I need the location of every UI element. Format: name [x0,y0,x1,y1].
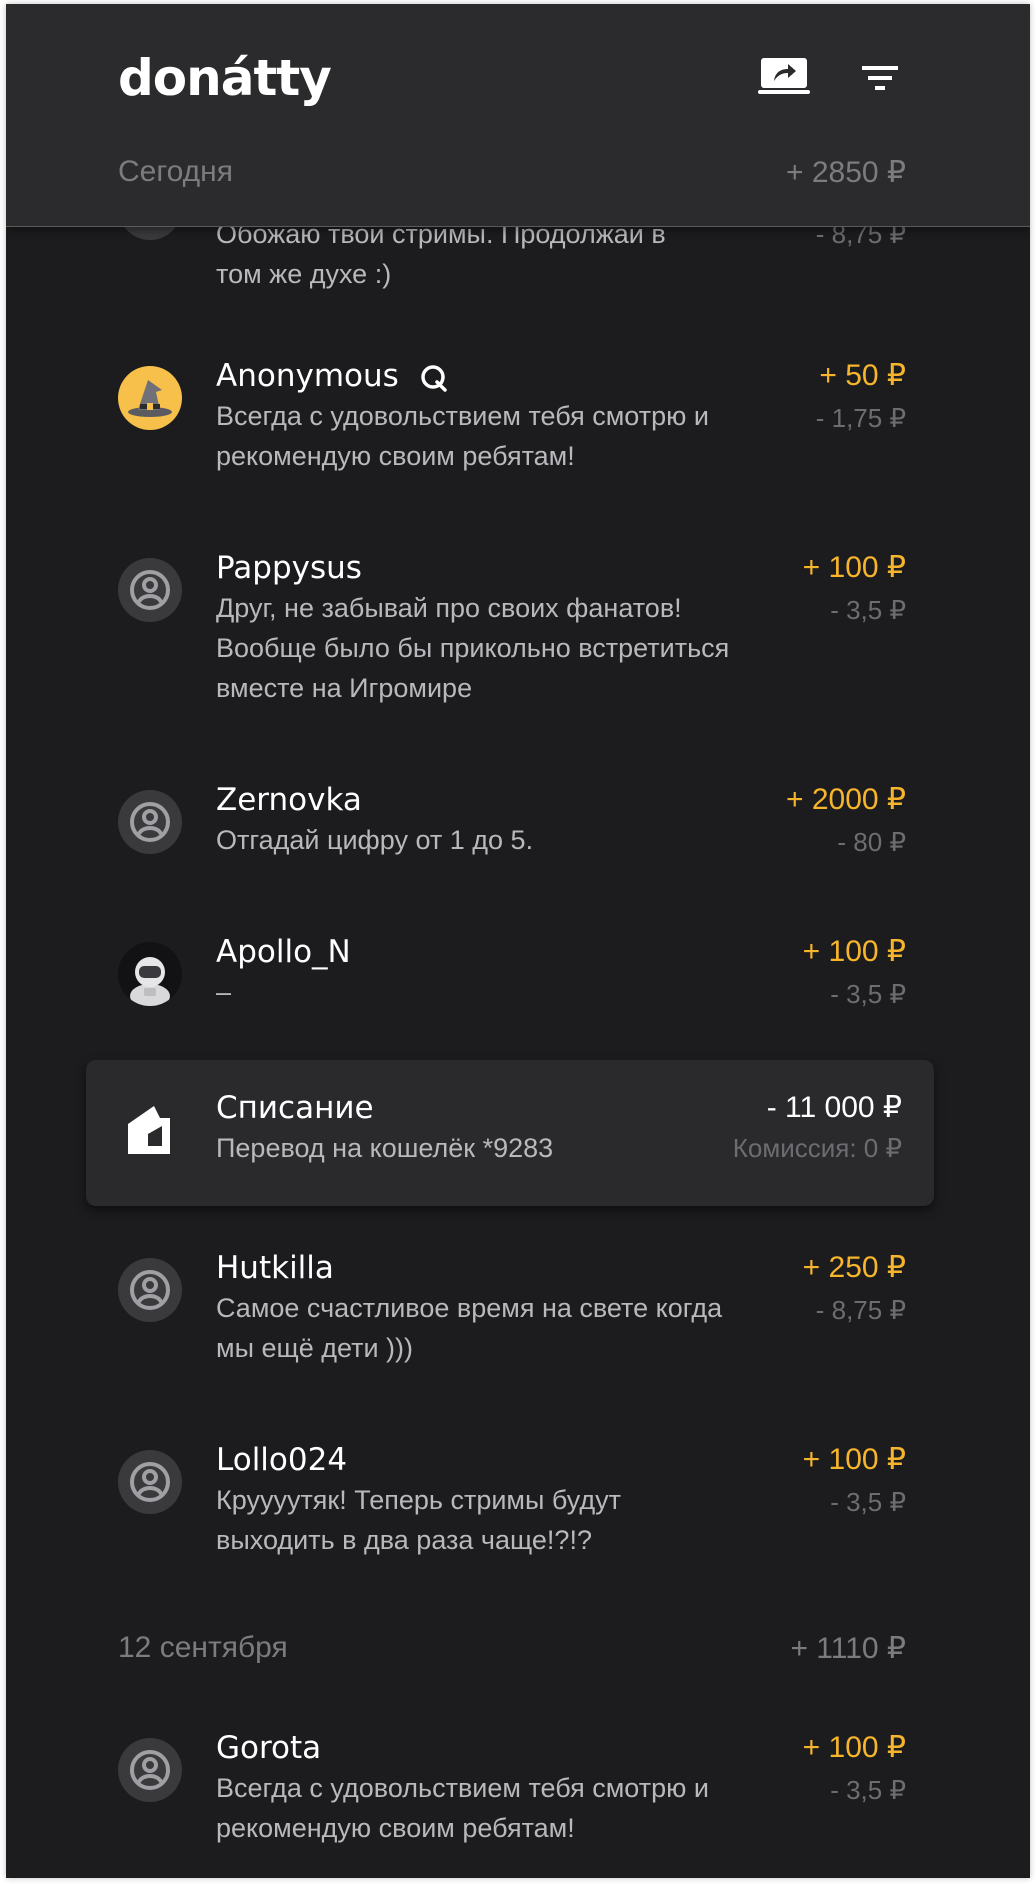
qiwi-icon [420,364,447,392]
donation-message: – [216,977,232,1007]
donor-name: Apollo_N [216,934,351,970]
donation-fee: - 3,5 ₽ [830,1487,906,1517]
section-header-today: Сегодня + 2850 ₽ [118,152,906,192]
donation-fee: - 3,5 ₽ [830,979,906,1009]
user-circle-icon [130,1270,170,1310]
section-header-date: 12 сентября + 1110 ₽ [118,1628,906,1668]
list-item[interactable]: Zernovka Отгадай цифру от 1 до 5. + 2000… [6,780,1030,870]
donation-amount: + 2000 ₽ [785,783,906,816]
donation-amount: + 100 ₽ [802,1731,906,1764]
withdrawal-commission: Комиссия: 0 ₽ [732,1133,902,1163]
section-date-label: 12 сентября [118,1631,288,1664]
list-item[interactable]: Apollo_N – + 100 ₽ - 3,5 ₽ [6,932,1030,1022]
donation-amount: + 100 ₽ [802,935,906,968]
section-total: + 2850 ₽ [785,155,906,189]
donation-amount: + 100 ₽ [802,551,906,584]
app-header: donátty Сегодня + 2850 ₽ [6,4,1030,227]
list-item[interactable]: Hutkilla Самое счастливое время на свете… [6,1248,1030,1378]
wallet-icon [126,1104,172,1156]
donation-amount: + 50 ₽ [819,359,906,392]
donation-amount: + 250 ₽ [802,1251,906,1284]
list-item[interactable]: Pappysus Друг, не забывай про своих фана… [6,548,1030,708]
user-circle-icon [130,1750,170,1790]
donor-name: Lollo024 [216,1442,348,1478]
app-screen: Обожаю твои стримы. Продолжай в том же д… [6,4,1030,1878]
share-screen-icon [758,58,810,94]
list-item[interactable]: Gorota Всегда с удовольствием тебя смотр… [6,1728,1030,1858]
section-date-label: Сегодня [118,155,233,188]
share-screen-button[interactable] [758,56,810,98]
donation-message: Отгадай цифру от 1 до 5. [216,825,534,855]
donation-fee: - 3,5 ₽ [830,1775,906,1805]
section-total: + 1110 ₽ [790,1631,906,1665]
donor-name: Pappysus [216,550,362,586]
filter-button[interactable] [858,60,902,96]
filter-icon [862,66,898,90]
user-circle-icon [130,1462,170,1502]
donor-name: Hutkilla [216,1250,334,1286]
app-logo: donátty [118,49,332,107]
donation-fee: - 3,5 ₽ [830,595,906,625]
user-avatar [118,1258,182,1322]
donor-name: Gorota [216,1730,322,1766]
donor-name: Zernovka [216,782,362,818]
astronaut-avatar [118,942,182,1006]
user-avatar [118,1738,182,1802]
donation-message: Круууутяк! Теперь стримы будут выходить … [216,1485,621,1555]
withdrawal-title: Списание [216,1090,374,1126]
withdrawal-amount: - 11 000 ₽ [766,1091,902,1124]
list-item[interactable]: Lollo024 Круууутяк! Теперь стримы будут … [6,1440,1030,1570]
user-avatar [118,558,182,622]
user-circle-icon [130,570,170,610]
donation-amount: + 100 ₽ [802,1443,906,1476]
astronaut-icon [130,957,170,1006]
withdrawal-subtitle: Перевод на кошелёк *9283 [216,1133,554,1163]
user-avatar [118,790,182,854]
withdrawal-card[interactable]: Списание Перевод на кошелёк *9283 - 11 0… [86,1060,934,1206]
list-item[interactable]: Anonymous Всегда с удовольствием тебя см… [6,356,1030,486]
donation-fee: - 80 ₽ [837,827,906,857]
donation-message: Всегда с удовольствием тебя смотрю и рек… [216,1773,709,1843]
user-circle-icon [130,802,170,842]
user-avatar [118,1450,182,1514]
donation-message: Всегда с удовольствием тебя смотрю и рек… [216,401,709,471]
donation-fee: - 1,75 ₽ [815,403,906,433]
donation-fee: - 8,75 ₽ [815,1295,906,1325]
wizard-hat-icon [128,380,172,417]
donation-message: Друг, не забывай про своих фанатов! Вооб… [216,593,730,703]
wizard-hat-avatar [118,366,182,430]
donation-message: Самое счастливое время на свете когда мы… [216,1293,723,1363]
donor-name: Anonymous [216,356,449,396]
